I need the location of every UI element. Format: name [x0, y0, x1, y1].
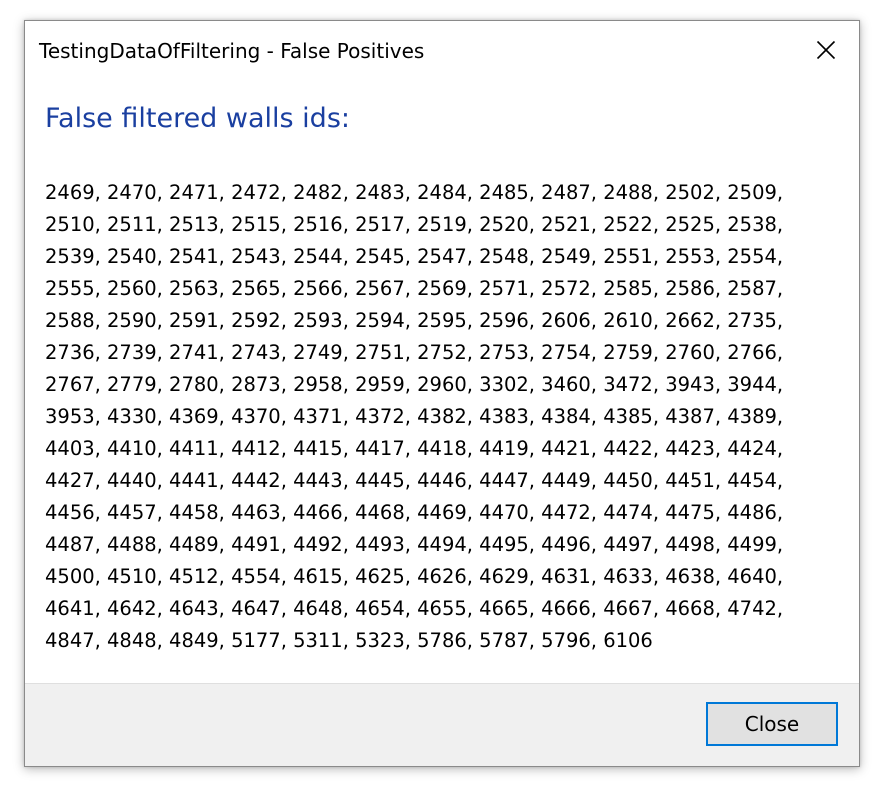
title-bar[interactable]: TestingDataOfFiltering - False Positives — [25, 21, 859, 79]
close-icon — [816, 40, 836, 60]
window-title: TestingDataOfFiltering - False Positives — [39, 39, 425, 63]
close-button[interactable]: Close — [706, 702, 838, 746]
window-close-button[interactable] — [793, 21, 859, 79]
false-positive-ids-text: 2469, 2470, 2471, 2472, 2482, 2483, 2484… — [45, 181, 784, 652]
dialog-window: TestingDataOfFiltering - False Positives… — [24, 20, 860, 767]
dialog-footer: Close — [25, 683, 859, 766]
message-heading: False filtered walls ids: — [45, 103, 350, 134]
dialog-content: False filtered walls ids: 2469, 2470, 24… — [25, 79, 859, 685]
